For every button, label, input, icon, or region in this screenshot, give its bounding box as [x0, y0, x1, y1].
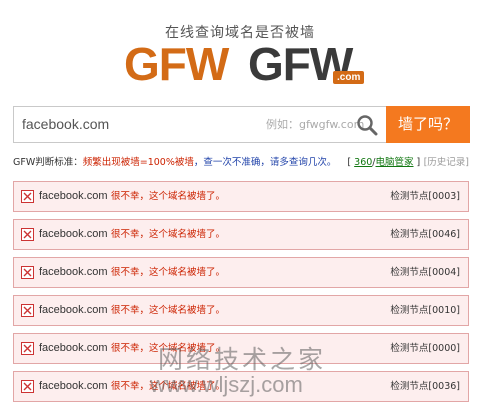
- logo-suffix: .com: [333, 71, 365, 84]
- history-link[interactable]: [历史记录]: [424, 156, 469, 170]
- result-node: 检测节点[0004]: [390, 267, 460, 278]
- bracket-open: [: [347, 157, 352, 168]
- site-logo[interactable]: GFW GFW .com: [124, 38, 365, 90]
- search-bar: facebook.com 例如：gfwgfw.com 墙了吗？: [13, 106, 470, 143]
- logo-part-1: GFW: [124, 38, 229, 90]
- result-message: 很不幸，这个域名被墙了。: [111, 267, 226, 278]
- result-domain: facebook.com: [39, 266, 108, 278]
- magnifier-icon[interactable]: [355, 113, 379, 137]
- link-360[interactable]: 360: [354, 157, 372, 168]
- blocked-x-icon: [21, 266, 34, 279]
- blocked-x-icon: [21, 190, 34, 203]
- result-domain: facebook.com: [39, 190, 108, 202]
- result-node: 检测节点[0000]: [390, 343, 460, 354]
- result-node: 检测节点[0003]: [390, 191, 460, 202]
- result-row: facebook.com 很不幸，这个域名被墙了。 检测节点[0000]: [13, 333, 469, 364]
- result-domain: facebook.com: [39, 380, 108, 392]
- criteria-rule: 频繁出现被墙=100%被墙: [82, 157, 194, 168]
- link-pc-manager[interactable]: 电脑管家: [376, 157, 414, 168]
- blocked-x-icon: [21, 304, 34, 317]
- criteria-line: GFW判断标准：频繁出现被墙=100%被墙，查一次不准确，请多查询几次。 [ 3…: [13, 156, 469, 170]
- criteria-tip: ，查一次不准确，请多查询几次。: [193, 157, 337, 168]
- check-blocked-button[interactable]: 墙了吗？: [386, 106, 470, 143]
- result-row: facebook.com 很不幸，这个域名被墙了。 检测节点[0010]: [13, 295, 469, 326]
- blocked-x-icon: [21, 228, 34, 241]
- search-example-hint: 例如：gfwgfw.com: [266, 118, 365, 131]
- blocked-x-icon: [21, 342, 34, 355]
- result-row: facebook.com 很不幸，这个域名被墙了。 检测节点[0003]: [13, 181, 469, 212]
- result-row: facebook.com 很不幸，这个域名被墙了。 检测节点[0046]: [13, 219, 469, 250]
- criteria-label: GFW判断标准：: [13, 157, 83, 168]
- result-message: 很不幸，这个域名被墙了。: [111, 305, 226, 316]
- result-domain: facebook.com: [39, 342, 108, 354]
- result-row: facebook.com 很不幸，这个域名被墙了。 检测节点[0036]: [13, 371, 469, 402]
- result-domain: facebook.com: [39, 304, 108, 316]
- result-node: 检测节点[0036]: [390, 381, 460, 392]
- search-input[interactable]: facebook.com: [22, 107, 109, 142]
- result-domain: facebook.com: [39, 228, 108, 240]
- result-message: 很不幸，这个域名被墙了。: [111, 381, 226, 392]
- result-message: 很不幸，这个域名被墙了。: [111, 229, 226, 240]
- result-message: 很不幸，这个域名被墙了。: [111, 343, 226, 354]
- result-row: facebook.com 很不幸，这个域名被墙了。 检测节点[0004]: [13, 257, 469, 288]
- result-node: 检测节点[0010]: [390, 305, 460, 316]
- result-message: 很不幸，这个域名被墙了。: [111, 191, 226, 202]
- result-node: 检测节点[0046]: [390, 229, 460, 240]
- blocked-x-icon: [21, 380, 34, 393]
- bracket-close: ]: [416, 157, 421, 168]
